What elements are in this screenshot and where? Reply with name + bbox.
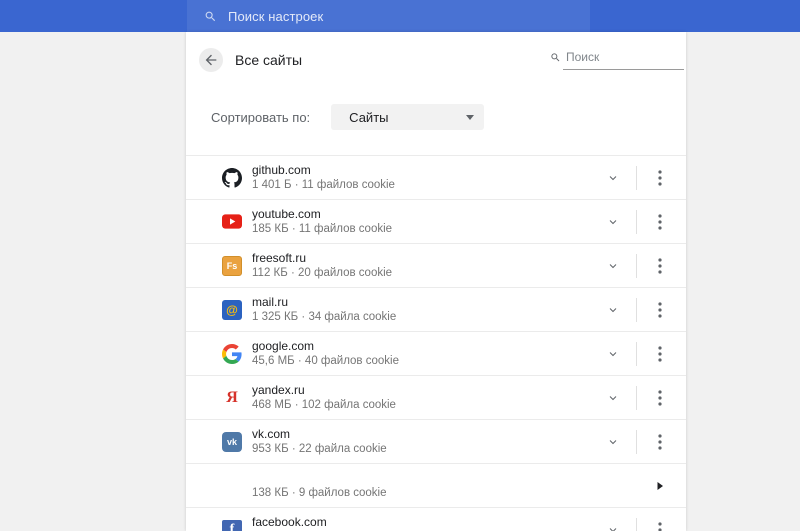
facebook-favicon-icon: f xyxy=(222,519,242,531)
settings-search-field[interactable]: Поиск настроек xyxy=(187,0,590,32)
divider xyxy=(636,341,637,366)
site-details: 1 401 Б · 11 файлов cookie xyxy=(252,179,395,191)
site-row[interactable]: Fs freesoft.ru 112 КБ · 20 файлов cookie xyxy=(186,244,686,288)
more-button[interactable] xyxy=(648,254,672,278)
expand-arrow-button[interactable] xyxy=(648,474,672,498)
site-row[interactable]: @ mail.ru 1 325 КБ · 34 файла cookie xyxy=(186,288,686,332)
site-name: google.com xyxy=(252,339,315,353)
more-button[interactable] xyxy=(648,518,672,531)
github-favicon-icon xyxy=(222,167,242,188)
yandex-favicon-icon: Я xyxy=(226,388,238,406)
kebab-menu-icon xyxy=(658,213,662,230)
more-button[interactable] xyxy=(648,298,672,322)
youtube-favicon-icon xyxy=(222,212,242,232)
back-button[interactable] xyxy=(199,48,223,72)
expand-button[interactable] xyxy=(601,210,625,234)
site-details: 112 КБ · 20 файлов cookie xyxy=(252,267,393,279)
chevron-down-icon xyxy=(607,260,619,272)
kebab-menu-icon xyxy=(658,257,662,274)
settings-search-placeholder: Поиск настроек xyxy=(228,8,324,24)
site-name: yandex.ru xyxy=(252,383,305,397)
expand-button[interactable] xyxy=(601,386,625,410)
all-sites-card: Все сайты Поиск Сортировать по: Сайты gi… xyxy=(186,32,686,531)
vk-favicon-icon: vk xyxy=(222,431,242,452)
kebab-menu-icon xyxy=(658,169,662,186)
divider xyxy=(636,385,637,410)
site-row[interactable]: Я yandex.ru 468 МБ · 102 файла cookie xyxy=(186,376,686,420)
chevron-down-icon xyxy=(607,304,619,316)
expand-button[interactable] xyxy=(601,298,625,322)
search-icon xyxy=(204,10,217,23)
site-row[interactable]: github.com 1 401 Б · 11 файлов cookie xyxy=(186,156,686,200)
triangle-right-icon xyxy=(656,481,664,490)
no-icon xyxy=(222,476,242,496)
expand-button[interactable] xyxy=(601,430,625,454)
more-button[interactable] xyxy=(648,386,672,410)
site-row[interactable]: 138 КБ · 9 файлов cookie xyxy=(186,464,686,508)
divider xyxy=(636,209,637,234)
divider xyxy=(636,517,637,531)
site-details: 138 КБ · 9 файлов cookie xyxy=(252,487,387,499)
freesoft-favicon-icon: Fs xyxy=(222,255,242,276)
site-name: github.com xyxy=(252,163,311,177)
google-favicon-icon xyxy=(222,343,242,364)
more-button[interactable] xyxy=(648,210,672,234)
site-row[interactable]: vk vk.com 953 КБ · 22 файла cookie xyxy=(186,420,686,464)
kebab-menu-icon xyxy=(658,301,662,318)
site-name: vk.com xyxy=(252,427,291,441)
more-button[interactable] xyxy=(648,342,672,366)
kebab-menu-icon xyxy=(658,521,662,531)
site-details: 1 325 КБ · 34 файла cookie xyxy=(252,311,397,323)
divider xyxy=(636,297,637,322)
kebab-menu-icon xyxy=(658,389,662,406)
dropdown-arrow-icon xyxy=(466,114,475,120)
page-title: Все сайты xyxy=(235,52,303,68)
arrow-left-icon xyxy=(203,52,219,68)
chevron-down-icon xyxy=(607,216,619,228)
sort-dropdown-value: Сайты xyxy=(349,109,389,125)
mailru-favicon-icon: @ xyxy=(222,299,242,320)
sort-dropdown[interactable]: Сайты xyxy=(331,104,485,130)
kebab-menu-icon xyxy=(658,345,662,362)
chevron-down-icon xyxy=(607,524,619,531)
divider xyxy=(636,429,637,454)
expand-button[interactable] xyxy=(601,166,625,190)
expand-button[interactable] xyxy=(601,342,625,366)
expand-button[interactable] xyxy=(601,518,625,531)
sort-row: Сортировать по: Сайты xyxy=(186,88,686,130)
site-details: 468 МБ · 102 файла cookie xyxy=(252,399,396,411)
site-details: 953 КБ · 22 файла cookie xyxy=(252,443,387,455)
site-row[interactable]: google.com 45,6 МБ · 40 файлов cookie xyxy=(186,332,686,376)
divider xyxy=(636,253,637,278)
site-search-field[interactable]: Поиск xyxy=(550,50,684,70)
expand-button[interactable] xyxy=(601,254,625,278)
search-icon xyxy=(550,52,561,63)
site-row[interactable]: youtube.com 185 КБ · 11 файлов cookie xyxy=(186,200,686,244)
site-details: 45,6 МБ · 40 файлов cookie xyxy=(252,355,399,367)
divider xyxy=(636,165,637,190)
chevron-down-icon xyxy=(607,392,619,404)
site-name: freesoft.ru xyxy=(252,251,307,265)
chevron-down-icon xyxy=(607,172,619,184)
chevron-down-icon xyxy=(607,436,619,448)
sort-label: Сортировать по: xyxy=(211,109,311,125)
site-name xyxy=(252,471,648,486)
settings-toolbar: Поиск настроек xyxy=(0,0,800,32)
site-list: github.com 1 401 Б · 11 файлов cookie yo… xyxy=(186,155,686,531)
chevron-down-icon xyxy=(607,348,619,360)
site-search-placeholder: Поиск xyxy=(563,50,684,70)
card-header: Все сайты Поиск xyxy=(186,32,686,88)
site-name: mail.ru xyxy=(252,295,289,309)
site-name: facebook.com xyxy=(252,515,327,529)
kebab-menu-icon xyxy=(658,433,662,450)
site-row[interactable]: f facebook.com 3 000 Б · 13 файлов cooki… xyxy=(186,508,686,531)
site-details: 185 КБ · 11 файлов cookie xyxy=(252,223,393,235)
more-button[interactable] xyxy=(648,166,672,190)
site-name: youtube.com xyxy=(252,207,321,221)
more-button[interactable] xyxy=(648,430,672,454)
